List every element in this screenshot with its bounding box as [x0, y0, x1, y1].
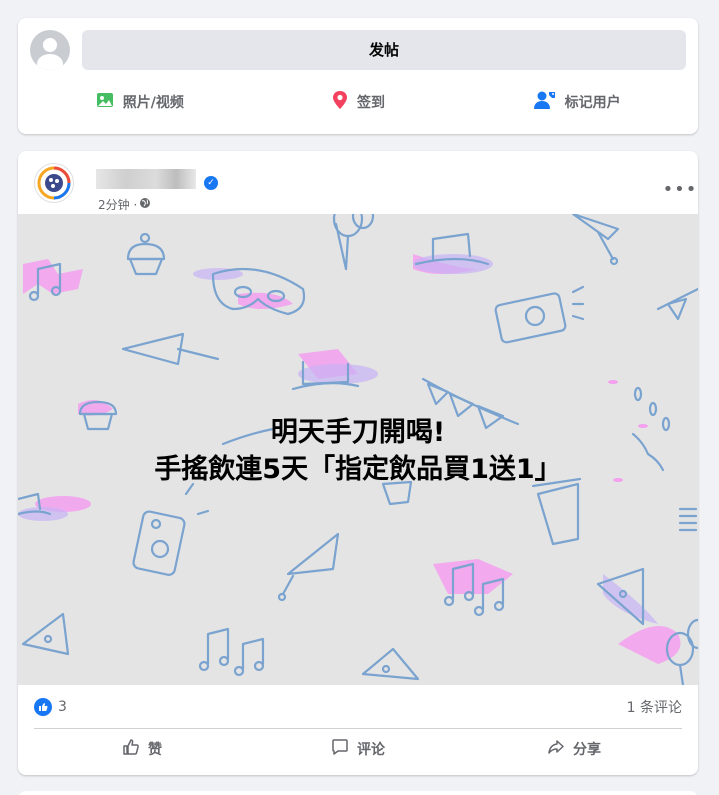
globe-icon [139, 197, 151, 212]
comment-button[interactable]: 评论 [250, 733, 466, 765]
photo-video-button[interactable]: 照片/视频 [30, 86, 249, 118]
tag-people-icon [533, 90, 557, 114]
reaction-summary[interactable]: 3 [34, 698, 67, 716]
user-avatar[interactable] [30, 30, 70, 70]
post-actions: 赞 评论 分享 [34, 733, 682, 765]
like-label: 赞 [148, 742, 162, 758]
tag-people-button[interactable]: 标记用户 [467, 86, 686, 118]
comment-count[interactable]: 1 条评论 [627, 697, 682, 717]
post-meta: 2分钟 · [98, 196, 151, 213]
composer-actions: 照片/视频 签到 标记用户 [30, 86, 686, 118]
share-button[interactable]: 分享 [466, 733, 682, 765]
photo-video-label: 照片/视频 [122, 95, 184, 111]
location-pin-icon [331, 90, 349, 114]
post-header: ✓ 2分钟 · ••• [34, 163, 696, 212]
verified-badge-icon: ✓ [204, 176, 218, 190]
photo-video-icon [95, 90, 115, 114]
post-stats: 3 1 条评论 [34, 695, 682, 719]
post-composer: 发帖 照片/视频 签到 标记用户 [18, 18, 698, 134]
page-avatar[interactable] [34, 163, 74, 203]
like-reaction-icon [34, 698, 52, 716]
share-label: 分享 [573, 742, 601, 758]
post-image[interactable]: 明天手刀開喝! 手搖飲連5天「指定飲品買1送1」 [18, 214, 698, 685]
post-image-text: 明天手刀開喝! 手搖飲連5天「指定飲品買1送1」 [18, 414, 698, 488]
check-in-label: 签到 [357, 95, 385, 111]
tag-people-label: 标记用户 [564, 95, 621, 111]
check-in-button[interactable]: 签到 [249, 86, 468, 118]
feed-post: ✓ 2分钟 · ••• 明天手刀開喝! 手搖飲連5天「指定飲品買1送1」 3 1… [18, 151, 698, 775]
next-post-card [18, 791, 698, 795]
action-divider [34, 728, 682, 729]
share-arrow-icon [547, 738, 565, 760]
overlay-line-2: 手搖飲連5天「指定飲品買1送1」 [154, 454, 562, 485]
more-options-icon[interactable]: ••• [662, 175, 698, 211]
comment-label: 评论 [357, 742, 385, 758]
post-time[interactable]: 2分钟 · [98, 196, 137, 213]
overlay-line-1: 明天手刀開喝! [270, 417, 446, 448]
page-name-redacted[interactable] [96, 169, 196, 189]
create-post-button[interactable]: 发帖 [82, 30, 686, 70]
thumbs-up-icon [122, 738, 140, 760]
comment-bubble-icon [331, 738, 349, 760]
like-count: 3 [58, 699, 67, 715]
like-button[interactable]: 赞 [34, 733, 250, 765]
